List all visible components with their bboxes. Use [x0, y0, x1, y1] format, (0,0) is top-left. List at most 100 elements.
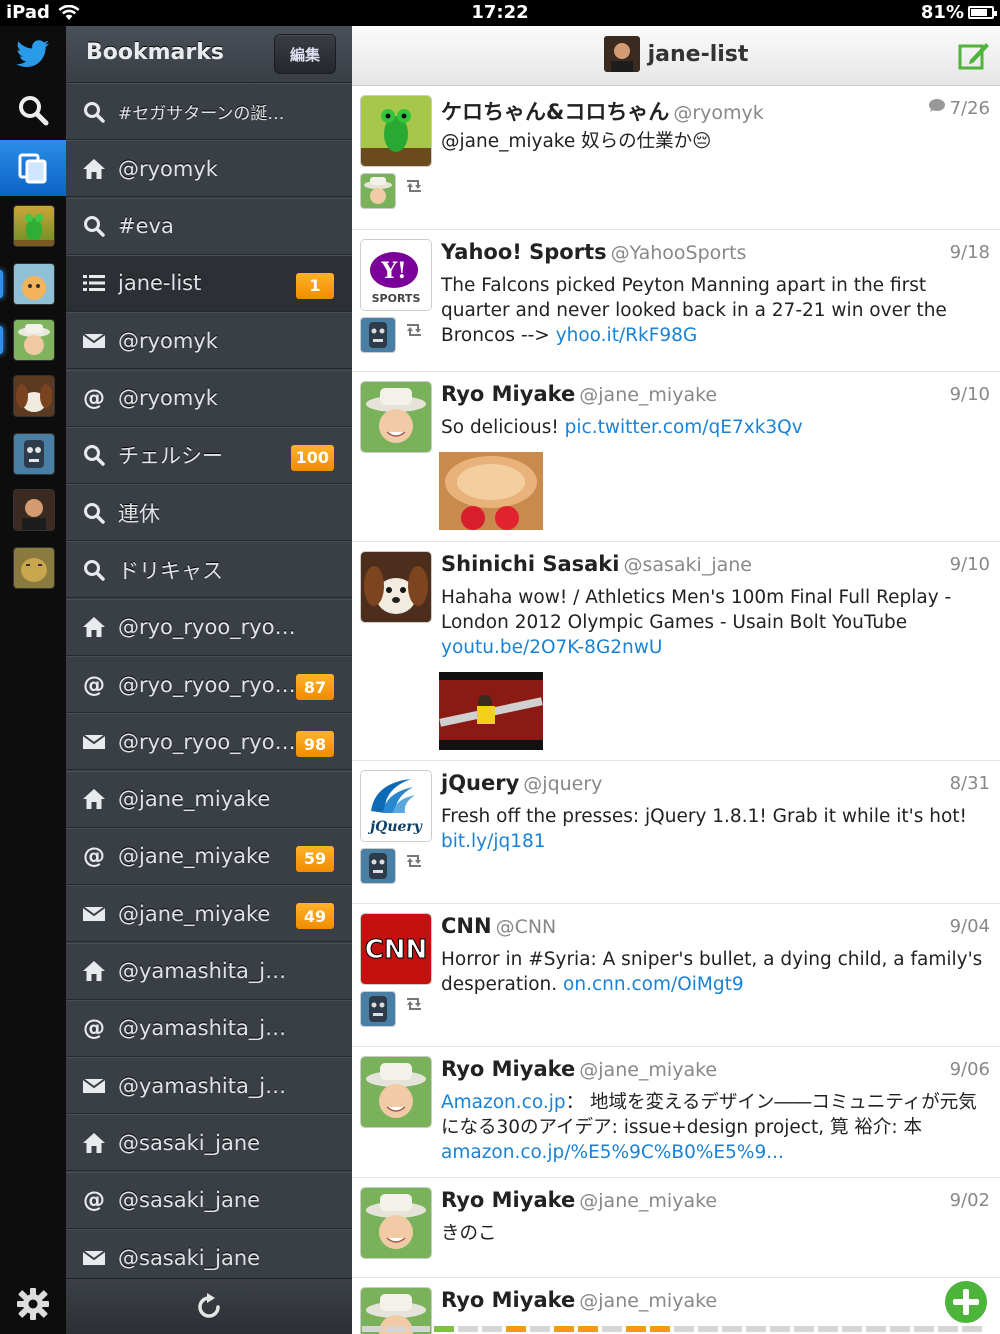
tweet-author-name[interactable]: CNN: [441, 914, 492, 938]
tweet-author-name[interactable]: ケロちゃん&コロちゃん: [441, 100, 669, 124]
bookmark-label: jane-list: [118, 271, 202, 296]
tweet[interactable]: Y! SPORTS Yahoo! Sports @YahooSports 9/18 The…: [352, 230, 1000, 372]
bookmark-item[interactable]: @ @ryo_ryoo_ryooo 87: [66, 656, 352, 713]
settings-gear-icon[interactable]: [0, 1276, 66, 1332]
tweet-author-handle[interactable]: @YahooSports: [611, 242, 747, 264]
bookmark-item[interactable]: 連休: [66, 484, 352, 542]
account-avatar-cartoon[interactable]: [14, 264, 54, 304]
bookmark-item[interactable]: @jane_miyake: [66, 770, 352, 828]
tweet-link[interactable]: on.cnn.com/OiMgt9: [563, 974, 744, 995]
at-icon: @: [70, 841, 118, 871]
mail-icon: [70, 326, 118, 356]
twitter-bird-icon[interactable]: [0, 26, 66, 82]
bookmarks-title: Bookmarks: [86, 40, 224, 65]
bookmark-item[interactable]: @ryomyk: [66, 140, 352, 198]
tweet-link[interactable]: amazon.co.jp/%E5%9C%B0%E5%9...: [441, 1142, 784, 1163]
bookmarks-panel: Bookmarks 編集 #セガサターンの誕生... @ryomyk #eva jan…: [66, 26, 352, 1334]
account-avatar-robot[interactable]: [14, 434, 54, 474]
compose-icon[interactable]: [958, 40, 990, 70]
tweet-author-handle[interactable]: @jane_miyake: [579, 1059, 717, 1081]
refresh-icon[interactable]: [194, 1292, 224, 1322]
account-avatar-hat[interactable]: [14, 320, 54, 360]
tweet-author-handle[interactable]: @CNN: [496, 916, 557, 938]
bookmark-item[interactable]: @yamashita_jane: [66, 1057, 352, 1115]
bookmark-label: @ryo_ryoo_ryooo: [118, 729, 298, 754]
tweet-date-text: 9/10: [949, 554, 990, 575]
account-avatar-dog[interactable]: [14, 376, 54, 416]
tweet-link[interactable]: Amazon.co.jp: [441, 1092, 566, 1113]
tweet-avatar[interactable]: [361, 1188, 431, 1258]
bookmark-item[interactable]: @ @jane_miyake 59: [66, 827, 352, 885]
unread-badge: 59: [296, 845, 334, 872]
retweeter-avatar[interactable]: [361, 849, 395, 883]
retweeter-avatar[interactable]: [361, 992, 395, 1026]
bookmark-item[interactable]: @ryo_ryoo_ryooo 98: [66, 713, 352, 771]
bookmark-label: @yamashita_jane: [118, 1073, 298, 1098]
tweet-body: Fresh off the presses: jQuery 1.8.1! Gra…: [441, 806, 967, 827]
bookmark-item[interactable]: @ @yamashita_jane: [66, 999, 352, 1057]
tweet-author-name[interactable]: Ryo Miyake: [441, 1288, 575, 1312]
tweet[interactable]: jQuery jQuery @jquery 8/31 Fresh off the pre…: [352, 761, 1000, 904]
bookmark-item[interactable]: @ryomyk: [66, 312, 352, 370]
tweet-avatar[interactable]: [361, 552, 431, 622]
tweet-avatar[interactable]: [361, 96, 431, 166]
tweet-author-handle[interactable]: @jane_miyake: [579, 1190, 717, 1212]
bookmark-item[interactable]: #セガサターンの誕生...: [66, 83, 352, 140]
bookmark-item[interactable]: @ @sasaki_jane: [66, 1171, 352, 1229]
tweet-link[interactable]: pic.twitter.com/qE7xk3Qv: [565, 417, 803, 438]
search-icon[interactable]: [0, 82, 66, 138]
add-icon[interactable]: [942, 1278, 990, 1326]
svg-text:SPORTS: SPORTS: [372, 292, 421, 305]
tweet-author-handle[interactable]: @sasaki_jane: [623, 554, 752, 576]
tweet-author-name[interactable]: Ryo Miyake: [441, 1188, 575, 1212]
tweet-author-name[interactable]: Yahoo! Sports: [441, 240, 607, 264]
unread-badge: 1: [296, 272, 334, 299]
bookmark-item[interactable]: @ryo_ryoo_ryooo: [66, 598, 352, 656]
tweet[interactable]: Ryo Miyake @jane_miyake 9/10 So delicious! …: [352, 372, 1000, 542]
tweet-author-name[interactable]: Ryo Miyake: [441, 382, 575, 406]
tweet-avatar[interactable]: jQuery: [361, 771, 431, 841]
retweeter-avatar[interactable]: [361, 174, 395, 208]
tweet-link[interactable]: youtu.be/2O7K-8G2nwU: [441, 637, 662, 658]
bookmarks-icon[interactable]: [0, 140, 66, 196]
tweet-author-handle[interactable]: @jquery: [523, 773, 602, 795]
tweet[interactable]: CNN CNN @CNN 9/04 Horror in #Syria: A sniper…: [352, 904, 1000, 1047]
bookmark-item[interactable]: @ @ryomyk: [66, 369, 352, 427]
bookmark-label: @ryomyk: [118, 156, 218, 181]
tweet-author-handle[interactable]: @ryomyk: [673, 102, 763, 124]
account-avatar-man[interactable]: [14, 490, 54, 530]
tweet[interactable]: Ryo Miyake @jane_miyake 9/06 Amazon.co.jp： …: [352, 1047, 1000, 1178]
bookmark-item[interactable]: @jane_miyake 49: [66, 885, 352, 943]
tweet-link[interactable]: bit.ly/jq181: [441, 831, 546, 852]
bookmark-item[interactable]: @yamashita_jane: [66, 942, 352, 1000]
search-icon: [70, 498, 118, 528]
tweet[interactable]: Ryo Miyake @jane_miyake 9/02 きのこ: [352, 1178, 1000, 1278]
tweet-author-handle[interactable]: @jane_miyake: [579, 384, 717, 406]
account-avatar-cat[interactable]: [14, 548, 54, 588]
timeline-title: jane-list: [647, 41, 749, 67]
tweet-author-handle[interactable]: @jane_miyake: [579, 1290, 717, 1312]
progress-segment: [842, 1326, 862, 1332]
tweet-link[interactable]: yhoo.it/RkF98G: [556, 325, 698, 346]
account-avatar-frog[interactable]: [14, 206, 54, 246]
bookmark-item[interactable]: jane-list 1: [66, 254, 352, 312]
bookmark-item[interactable]: #eva: [66, 197, 352, 255]
tweet-avatar[interactable]: Y! SPORTS: [361, 240, 431, 310]
bookmark-item[interactable]: ドリキャス: [66, 541, 352, 599]
tweet[interactable]: ケロちゃん&コロちゃん @ryomyk 7/26 @jane_miyake 奴らの仕業…: [352, 86, 1000, 230]
tweet[interactable]: Shinichi Sasaki @sasaki_jane 9/10 Hahaha wo…: [352, 542, 1000, 761]
tweet-media-thumbnail[interactable]: [439, 672, 543, 750]
edit-button[interactable]: 編集: [274, 34, 336, 74]
tweet-author-name[interactable]: Shinichi Sasaki: [441, 552, 619, 576]
progress-segment: [554, 1326, 574, 1332]
bookmark-label: ドリキャス: [118, 558, 223, 583]
bookmark-item[interactable]: チェルシー 100: [66, 426, 352, 484]
tweet-avatar[interactable]: [361, 1057, 431, 1127]
retweeter-avatar[interactable]: [361, 318, 395, 352]
tweet-author-name[interactable]: jQuery: [441, 771, 519, 795]
tweet-avatar[interactable]: CNN: [361, 914, 431, 984]
tweet-avatar[interactable]: [361, 382, 431, 452]
bookmark-item[interactable]: @sasaki_jane: [66, 1114, 352, 1172]
tweet-author-name[interactable]: Ryo Miyake: [441, 1057, 575, 1081]
tweet-media-thumbnail[interactable]: [439, 452, 543, 530]
